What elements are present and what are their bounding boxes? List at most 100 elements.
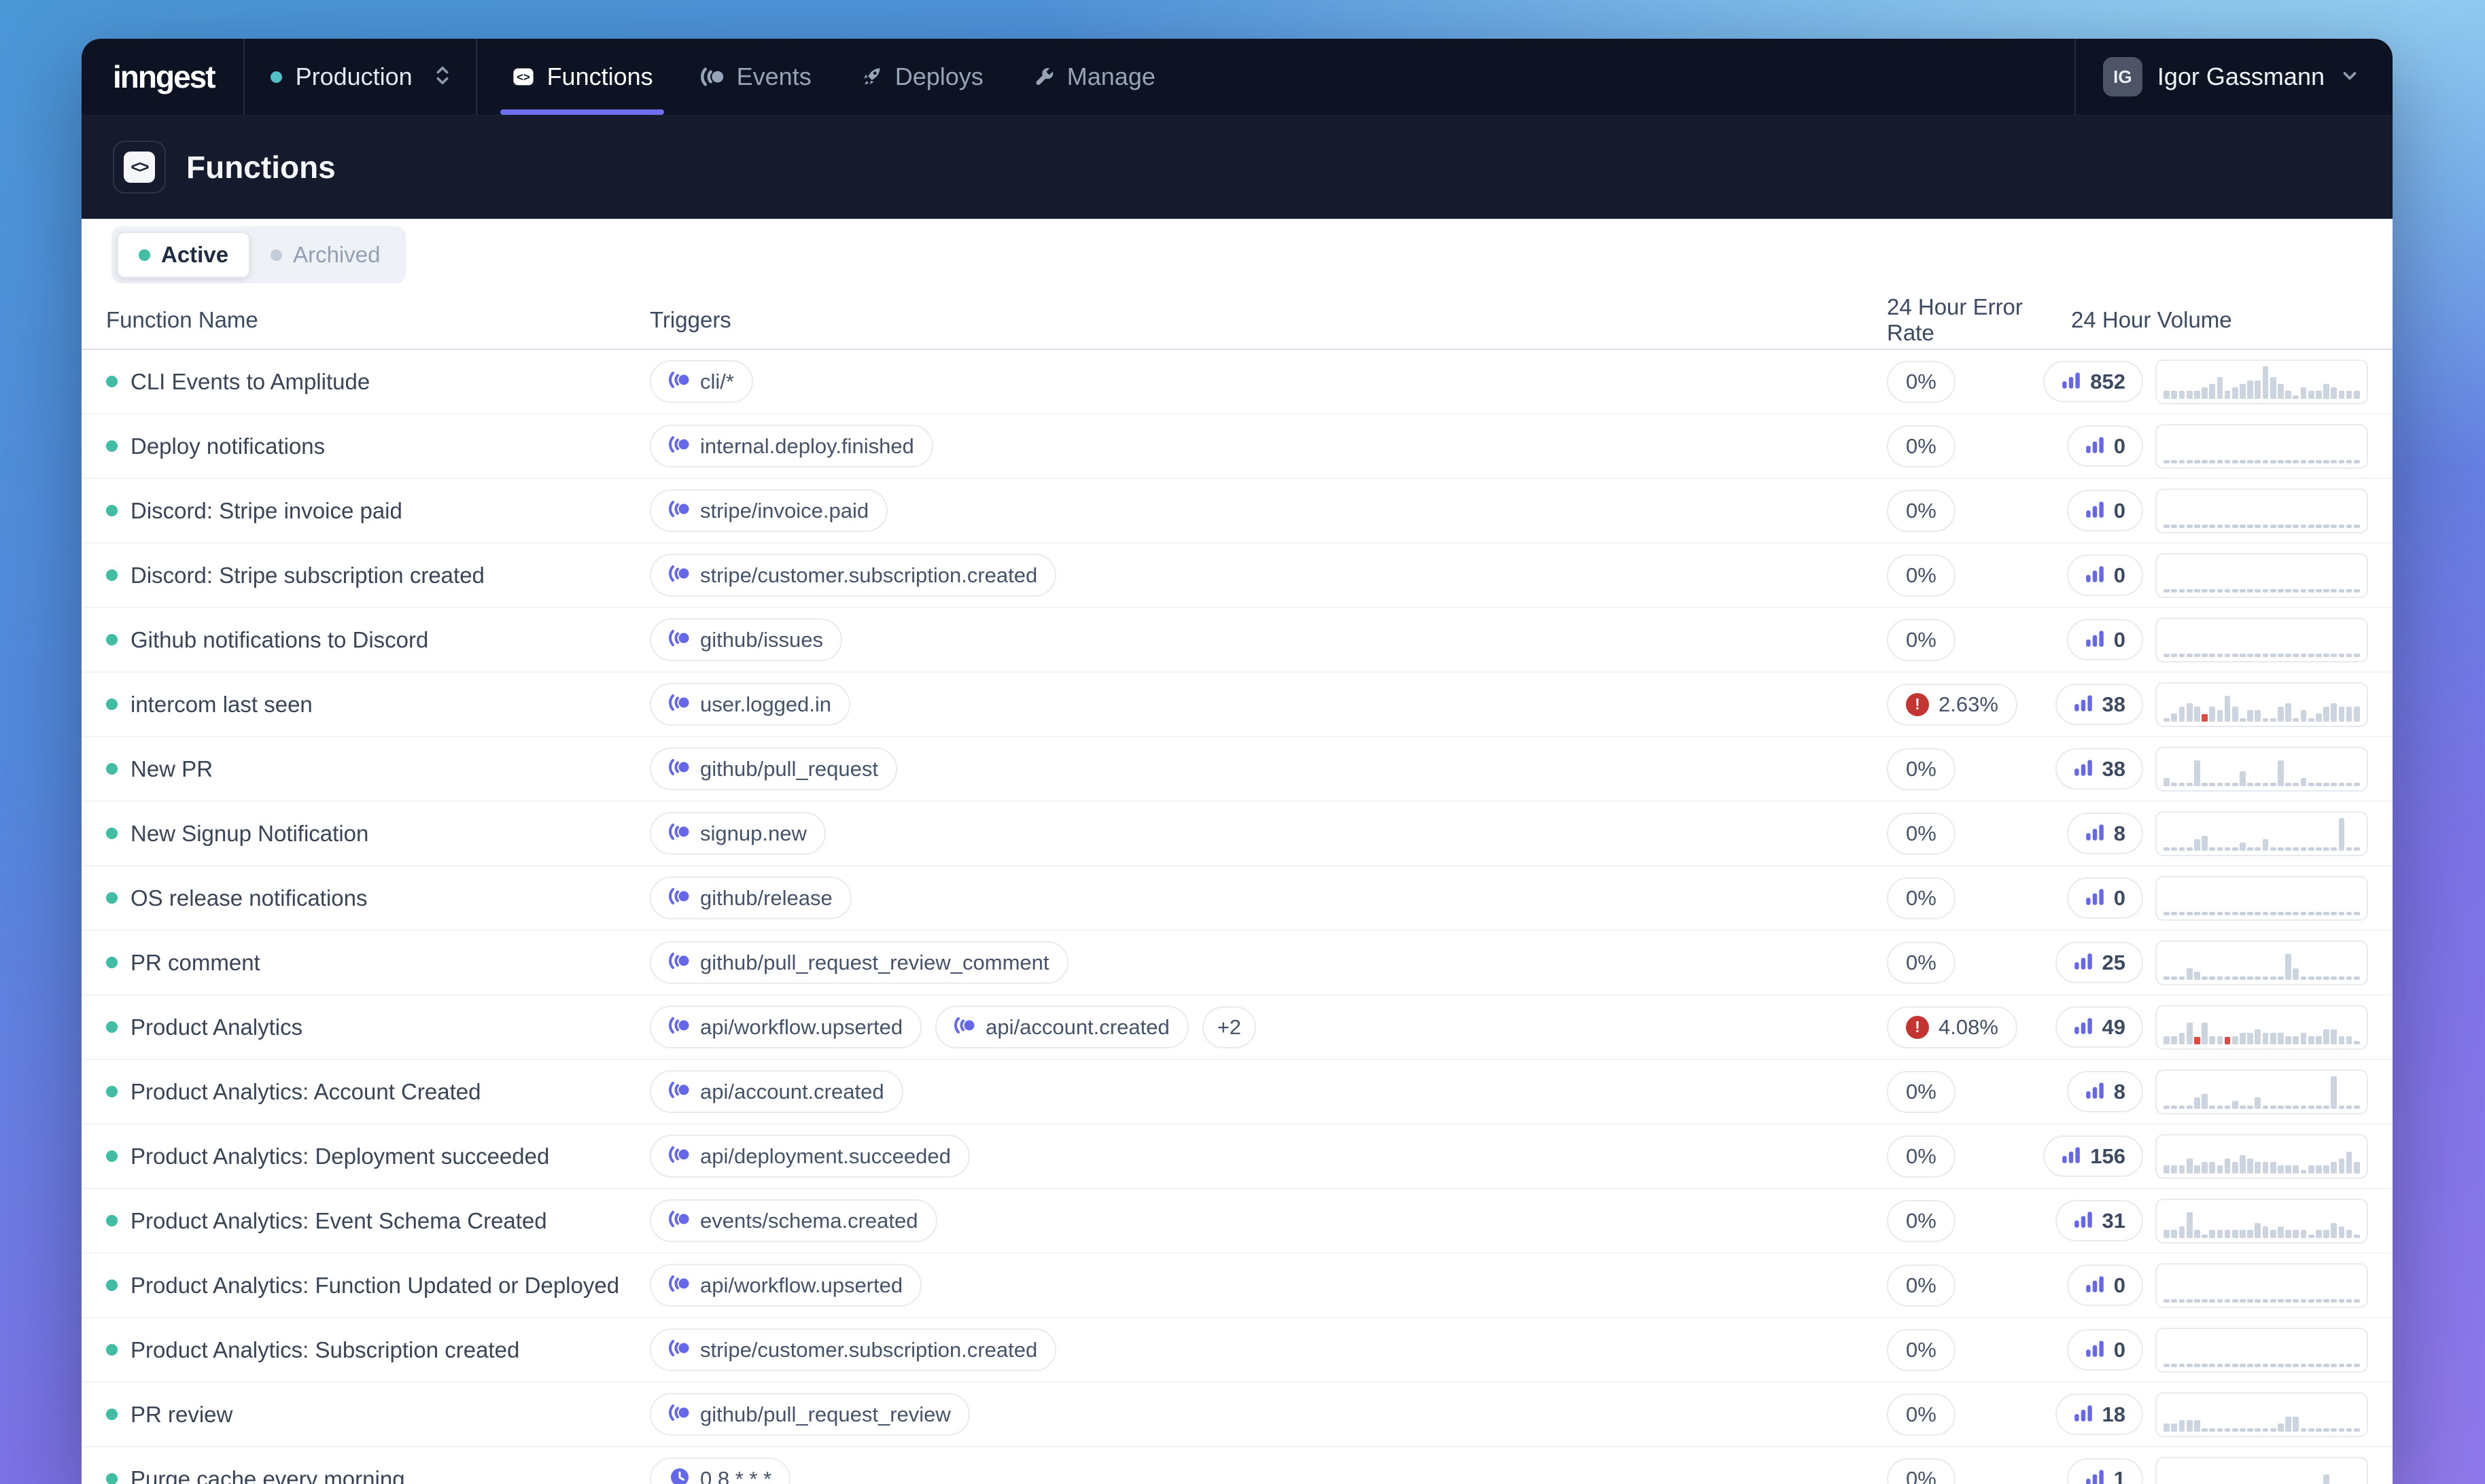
sparkline-slot: [2231, 1162, 2239, 1173]
sparkline-bar: [2209, 654, 2215, 657]
sparkline-slot: [2178, 707, 2185, 722]
sparkline-bar: [2232, 589, 2238, 593]
bar-chart-icon: [2073, 756, 2093, 781]
sparkline-slot: [2284, 1364, 2292, 1367]
sparkline-slot: [2201, 783, 2208, 786]
sparkline-slot: [2246, 1106, 2254, 1109]
volume-count: 18: [2102, 1402, 2125, 1427]
table-row[interactable]: Product Analytics api/workflow.upserteda…: [82, 995, 2393, 1060]
sparkline-bar: [2293, 718, 2299, 722]
table-row[interactable]: Product Analytics: Deployment succeeded …: [82, 1125, 2393, 1189]
sparkline-bar: [2331, 1223, 2337, 1238]
error-rate-cell: 0%: [1887, 490, 2053, 532]
table-row[interactable]: OS release notifications github/release …: [82, 866, 2393, 931]
sparkline-slot: [2193, 1165, 2201, 1173]
sparkline-slot: [2292, 1165, 2299, 1173]
sparkline-bar: [2339, 1106, 2345, 1109]
environment-selector[interactable]: Production: [245, 39, 476, 115]
table-row[interactable]: PR review github/pull_request_review 0% …: [82, 1383, 2393, 1447]
volume-cell: 852: [2053, 361, 2155, 402]
sparkline-slot: [2330, 525, 2338, 528]
tab-deploys[interactable]: Deploys: [859, 39, 984, 115]
error-rate-cell: 0%: [1887, 1071, 2053, 1113]
table-row[interactable]: intercom last seen user.logged.in ! 2.63…: [82, 673, 2393, 737]
sparkline-slot: [2270, 783, 2277, 786]
sparkline-slot: [2201, 387, 2208, 398]
table-row[interactable]: Purge cache every morning 0 8 * * * 0% 1: [82, 1447, 2393, 1484]
function-name: Product Analytics: [131, 1014, 302, 1040]
table-row[interactable]: Product Analytics: Function Updated or D…: [82, 1254, 2393, 1318]
sparkline-slot: [2315, 654, 2323, 657]
sparkline-bar: [2339, 1299, 2345, 1303]
table-row[interactable]: New Signup Notification signup.new 0% 8: [82, 802, 2393, 866]
chevron-down-icon: [2340, 65, 2360, 89]
table-row[interactable]: Product Analytics: Subscription created …: [82, 1318, 2393, 1383]
table-row[interactable]: Discord: Stripe subscription created str…: [82, 544, 2393, 608]
error-rate-badge: 0%: [1887, 748, 1956, 790]
event-trigger-pill: stripe/customer.subscription.created: [650, 554, 1056, 597]
sparkline-slot: [2353, 1428, 2361, 1432]
sparkline-slot: [2246, 525, 2254, 528]
sparkline-slot: [2338, 1226, 2345, 1237]
filter-archived-button[interactable]: Archived: [250, 233, 400, 277]
sparkline-bar: [2339, 1036, 2345, 1044]
sparkline-bar: [2346, 589, 2352, 593]
user-menu[interactable]: IG Igor Gassmann: [2076, 39, 2393, 115]
volume-chart-cell: [2155, 1392, 2368, 1437]
volume-badge: 8: [2067, 1071, 2143, 1112]
sparkline-bar: [2354, 707, 2360, 722]
bar-chart-icon: [2085, 1466, 2105, 1484]
sparkline-slot: [2239, 384, 2246, 399]
sparkline-slot: [2284, 1299, 2292, 1303]
sparkline-slot: [2201, 976, 2208, 980]
sparkline-slot: [2323, 589, 2330, 593]
sparkline-slot: [2277, 384, 2284, 399]
sparkline-bar: [2194, 1299, 2200, 1303]
sparkline-slot: [2323, 460, 2330, 463]
table-row[interactable]: Github notifications to Discord github/i…: [82, 608, 2393, 673]
trigger-list: signup.new: [650, 812, 1887, 855]
table-row[interactable]: Product Analytics: Account Created api/a…: [82, 1060, 2393, 1125]
volume-cell: 49: [2053, 1006, 2155, 1048]
active-status-dot: [139, 249, 150, 261]
trigger-label: internal.deploy.finished: [700, 434, 914, 459]
sparkline-bar: [2209, 460, 2215, 463]
tab-events[interactable]: Events: [701, 39, 812, 115]
sparkline-slot: [2246, 1428, 2254, 1432]
sparkline-bar: [2163, 1106, 2170, 1109]
functions-table: Function Name Triggers 24 Hour Error Rat…: [82, 292, 2393, 1484]
tab-functions[interactable]: <> Functions: [511, 39, 653, 115]
environment-label: Production: [296, 63, 419, 91]
sparkline-slot: [2170, 783, 2178, 786]
table-row[interactable]: Deploy notifications internal.deploy.fin…: [82, 414, 2393, 479]
sparkline-slot: [2299, 525, 2307, 528]
trigger-label: github/pull_request_review: [700, 1402, 951, 1427]
sparkline-slot: [2323, 1029, 2330, 1044]
sparkline-bar: [2187, 391, 2193, 398]
tab-manage[interactable]: Manage: [1031, 39, 1155, 115]
sparkline-bar: [2308, 976, 2314, 980]
table-row[interactable]: PR comment github/pull_request_review_co…: [82, 931, 2393, 995]
volume-cell: 38: [2053, 684, 2155, 725]
sparkline-bar: [2263, 1033, 2269, 1044]
sparkline-slot: [2292, 783, 2299, 786]
table-row[interactable]: Discord: Stripe invoice paid stripe/invo…: [82, 479, 2393, 544]
sparkline-slot: [2254, 654, 2261, 657]
sparkline-slot: [2299, 460, 2307, 463]
function-name: Product Analytics: Account Created: [131, 1079, 481, 1105]
volume-badge: 0: [2067, 877, 2143, 919]
table-row[interactable]: Product Analytics: Event Schema Created …: [82, 1189, 2393, 1254]
table-row[interactable]: New PR github/pull_request 0% 38: [82, 737, 2393, 802]
column-header-volume: 24 Hour Volume: [2053, 307, 2368, 333]
sparkline-bar: [2293, 1036, 2299, 1044]
sparkline-slot: [2178, 1364, 2185, 1367]
sparkline-slot: [2261, 589, 2269, 593]
sparkline-bar: [2339, 460, 2345, 463]
table-row[interactable]: CLI Events to Amplitude cli/* 0% 852: [82, 350, 2393, 414]
filter-active-button[interactable]: Active: [117, 232, 250, 278]
volume-sparkline: [2155, 747, 2368, 792]
sparkline-bar: [2354, 783, 2360, 786]
sparkline-slot: [2224, 847, 2231, 851]
sparkline-bar: [2293, 1165, 2299, 1173]
event-wave-icon: [669, 692, 691, 717]
